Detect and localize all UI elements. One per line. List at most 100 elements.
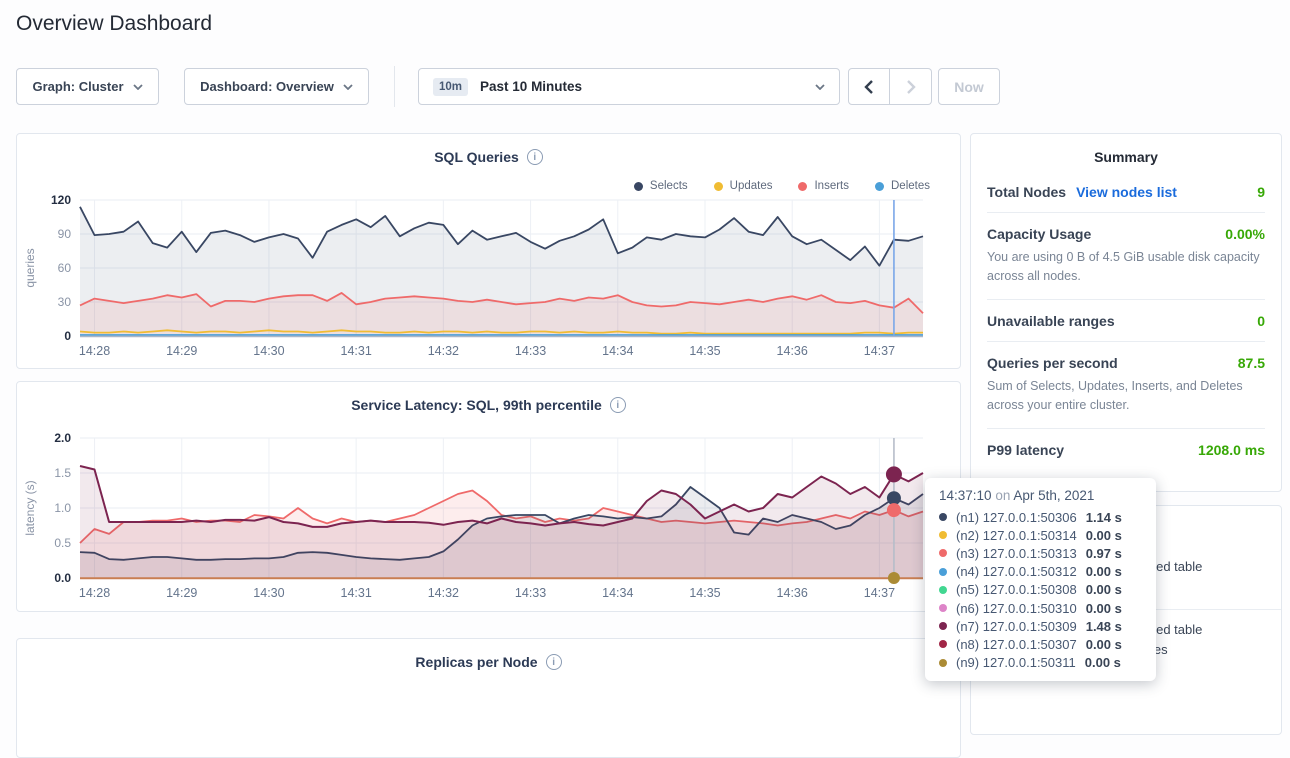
tooltip-node-row: (n7) 127.0.0.1:503091.48 s [939,617,1142,635]
tooltip-node-row: (n6) 127.0.0.1:503100.00 s [939,599,1142,617]
info-icon[interactable]: i [610,397,626,413]
svg-text:14:33: 14:33 [515,344,546,358]
tooltip-node-row: (n1) 127.0.0.1:503061.14 s [939,508,1142,526]
svg-text:60: 60 [58,261,72,275]
svg-text:0.5: 0.5 [54,536,71,550]
svg-text:latency (s): latency (s) [23,480,37,535]
dashboard-label: Dashboard: Overview [200,79,334,94]
legend-dot-icon [798,182,807,191]
svg-text:14:34: 14:34 [602,586,633,600]
svg-text:1.0: 1.0 [54,501,71,515]
capacity-usage-subtext: You are using 0 B of 4.5 GiB usable disk… [987,248,1265,287]
svg-text:14:31: 14:31 [341,344,372,358]
replicas-chart-title: Replicas per Node [415,654,537,670]
svg-text:14:37: 14:37 [864,586,895,600]
svg-text:14:35: 14:35 [689,344,720,358]
svg-text:14:28: 14:28 [79,586,110,600]
graph-scope-dropdown[interactable]: Graph: Cluster [16,68,159,105]
legend-dot-icon [875,182,884,191]
node-color-dot-icon [939,659,947,667]
legend-item-deletes: Deletes [875,180,930,192]
info-icon[interactable]: i [546,654,562,670]
time-range-label: Past 10 Minutes [480,79,803,94]
sql-queries-chart-title: SQL Queries [434,149,519,165]
svg-text:14:30: 14:30 [253,586,284,600]
legend-dot-icon [714,182,723,191]
tooltip-node-row: (n4) 127.0.0.1:503120.00 s [939,563,1142,581]
chevron-down-icon [133,84,143,90]
time-step-group [848,68,932,105]
legend-item-selects: Selects [634,180,688,192]
node-color-dot-icon [939,622,947,630]
summary-capacity-row: Capacity Usage 0.00% You are using 0 B o… [987,213,1265,300]
svg-text:0.0: 0.0 [54,571,71,585]
info-icon[interactable]: i [527,149,543,165]
view-nodes-list-link[interactable]: View nodes list [1076,184,1177,200]
summary-panel: Summary Total Nodes View nodes list 9 Ca… [970,133,1282,492]
svg-text:14:28: 14:28 [79,344,110,358]
node-color-dot-icon [939,549,947,557]
toolbar-divider [394,66,395,107]
unavailable-ranges-value: 0 [1257,313,1265,329]
chevron-down-icon [343,84,353,90]
svg-text:14:34: 14:34 [602,344,633,358]
capacity-usage-label: Capacity Usage [987,226,1091,242]
svg-text:14:36: 14:36 [777,586,808,600]
total-nodes-value: 9 [1257,184,1265,200]
summary-unavailable-row: Unavailable ranges 0 [987,300,1265,342]
node-color-dot-icon [939,513,947,521]
chevron-right-icon [906,79,916,95]
svg-text:1.5: 1.5 [54,466,71,480]
sql-queries-card: SQL Queries i Selects Updates Inserts Delet… [16,133,961,369]
node-color-dot-icon [939,568,947,576]
time-step-forward-button[interactable] [890,68,932,105]
p99-latency-label: P99 latency [987,442,1064,458]
unavailable-ranges-label: Unavailable ranges [987,313,1115,329]
total-nodes-label: Total Nodes [987,184,1066,200]
summary-total-nodes-row: Total Nodes View nodes list 9 [987,171,1265,213]
graph-scope-label: Graph: Cluster [32,79,123,94]
svg-text:14:29: 14:29 [166,344,197,358]
svg-text:14:32: 14:32 [428,586,459,600]
svg-text:14:29: 14:29 [166,586,197,600]
summary-title: Summary [971,134,1281,171]
svg-text:30: 30 [58,295,72,309]
time-range-dropdown[interactable]: 10m Past 10 Minutes [418,68,840,105]
tooltip-node-row: (n5) 127.0.0.1:503080.00 s [939,581,1142,599]
time-range-badge: 10m [433,78,468,96]
legend-item-updates: Updates [714,180,773,192]
capacity-usage-value: 0.00% [1225,226,1265,242]
svg-text:14:30: 14:30 [253,344,284,358]
now-button-label: Now [954,79,984,95]
service-latency-chart-title: Service Latency: SQL, 99th percentile [351,397,602,413]
svg-text:queries: queries [23,248,37,287]
svg-text:120: 120 [51,193,71,207]
page-title: Overview Dashboard [16,12,212,36]
now-button[interactable]: Now [938,68,1000,105]
svg-text:14:33: 14:33 [515,586,546,600]
chevron-down-icon [815,84,825,90]
node-color-dot-icon [939,604,947,612]
tooltip-node-row: (n2) 127.0.0.1:503140.00 s [939,526,1142,544]
dashboard-dropdown[interactable]: Dashboard: Overview [184,68,369,105]
svg-text:14:31: 14:31 [341,586,372,600]
qps-subtext: Sum of Selects, Updates, Inserts, and De… [987,377,1265,416]
svg-text:0: 0 [64,329,71,343]
node-color-dot-icon [939,531,947,539]
svg-text:14:35: 14:35 [689,586,720,600]
legend-item-inserts: Inserts [798,180,849,192]
sql-queries-legend: Selects Updates Inserts Deletes [634,180,930,192]
summary-qps-row: Queries per second 87.5 Sum of Selects, … [987,342,1265,429]
tooltip-node-row: (n8) 127.0.0.1:503070.00 s [939,635,1142,653]
tooltip-node-row: (n3) 127.0.0.1:503130.97 s [939,544,1142,562]
service-latency-chart[interactable]: 0.0 0.5 1.0 1.5 2.0 latency (s) 14:28 14:29 14:3… [18,426,959,606]
svg-text:2.0: 2.0 [54,431,71,445]
replicas-card: Replicas per Node i [16,638,961,758]
summary-p99-row: P99 latency 1208.0 ms [987,429,1265,470]
time-step-back-button[interactable] [848,68,890,105]
sql-queries-chart[interactable]: 0306090120queries14:2814:2914:3014:3114:… [18,192,959,364]
node-color-dot-icon [939,640,947,648]
svg-text:14:32: 14:32 [428,344,459,358]
qps-value: 87.5 [1238,355,1265,371]
p99-latency-value: 1208.0 ms [1198,442,1265,458]
